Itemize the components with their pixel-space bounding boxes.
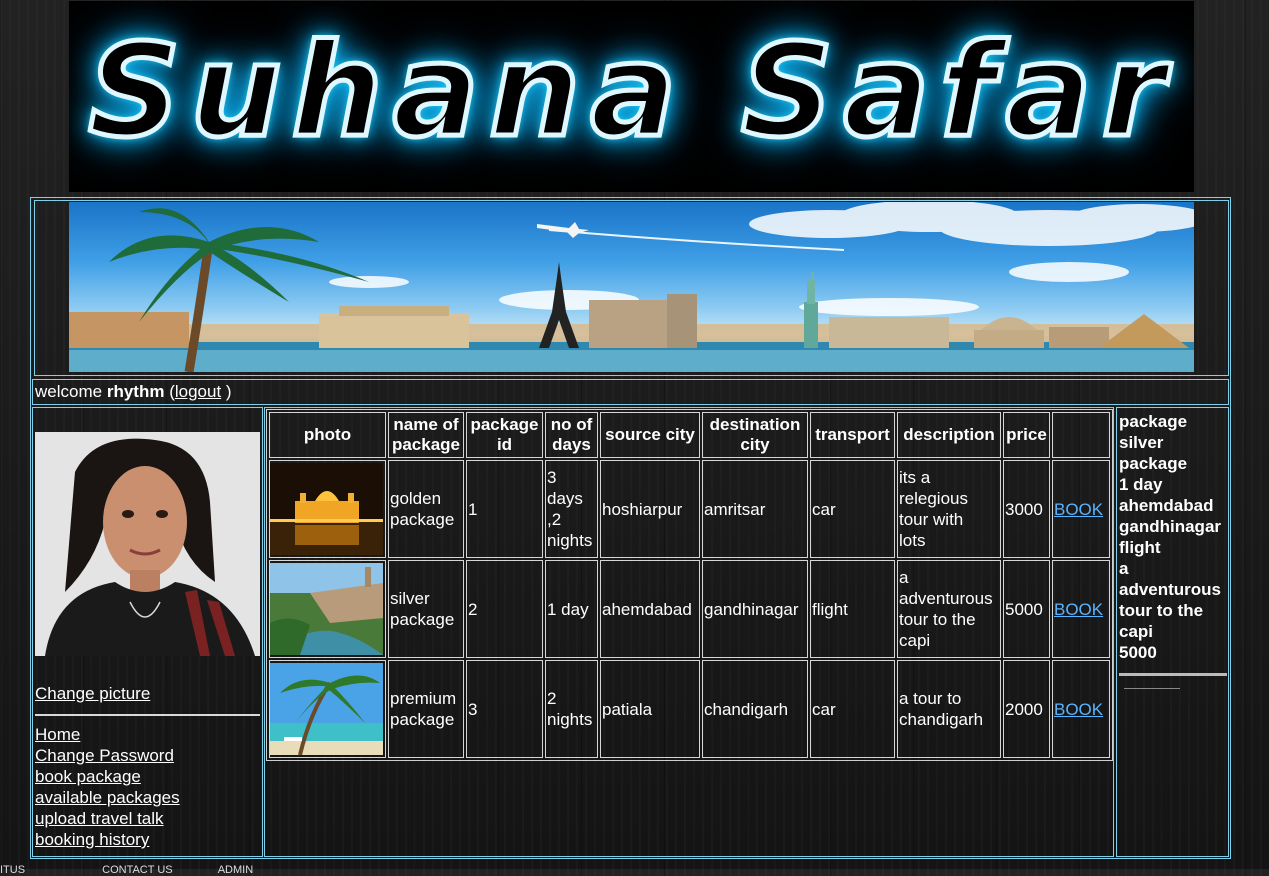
package-action-cell: BOOK xyxy=(1052,660,1110,758)
col-photo: photo xyxy=(269,412,386,458)
col-id: package id xyxy=(466,412,543,458)
package-name: silver package xyxy=(388,560,464,658)
travel-banner-image xyxy=(69,202,1194,372)
welcome-username: rhythm xyxy=(106,382,165,401)
featured-package-info: package silver package 1 day ahemdabad g… xyxy=(1119,411,1227,663)
package-transport: car xyxy=(810,660,895,758)
featured-line: a xyxy=(1119,559,1129,578)
col-transport: transport xyxy=(810,412,895,458)
featured-line: capi xyxy=(1119,622,1154,641)
col-price: price xyxy=(1003,412,1050,458)
change-picture-link[interactable]: Change picture xyxy=(35,684,150,704)
beach-palm-photo xyxy=(270,663,383,755)
package-days: 3 days ,2 nights xyxy=(545,460,598,558)
table-row: silver package 2 1 day ahemdabad gandhina… xyxy=(269,560,1110,658)
table-row: golden package 1 3 days ,2 nights hoshiarpur… xyxy=(269,460,1110,558)
package-days: 2 nights xyxy=(545,660,598,758)
profile-picture xyxy=(35,432,260,656)
package-destination-city: chandigarh xyxy=(702,660,808,758)
package-source-city: hoshiarpur xyxy=(600,460,700,558)
package-photo-cell xyxy=(269,560,386,658)
package-source-city: ahemdabad xyxy=(600,560,700,658)
col-destination-city: destination city xyxy=(702,412,808,458)
package-description: a tour to chandigarh xyxy=(897,660,1001,758)
featured-line: flight xyxy=(1119,538,1161,557)
package-destination-city: gandhinagar xyxy=(702,560,808,658)
featured-line: package xyxy=(1119,454,1188,473)
package-photo-cell xyxy=(269,460,386,558)
logo-text: Suhana Safar xyxy=(86,15,1175,169)
packages-table: photo name of package package id no of days… xyxy=(266,409,1113,761)
fort-river-photo xyxy=(270,563,383,655)
package-price: 5000 xyxy=(1003,560,1050,658)
package-price: 2000 xyxy=(1003,660,1050,758)
profile-portrait xyxy=(35,432,260,656)
nav-book-package[interactable]: book package xyxy=(35,767,141,786)
featured-line: gandhinagar xyxy=(1119,517,1222,536)
book-link[interactable]: BOOK xyxy=(1054,600,1103,619)
nav-available-packages[interactable]: available packages xyxy=(35,788,180,807)
featured-line: 5000 xyxy=(1119,643,1157,662)
logout-close-paren: ) xyxy=(225,382,232,401)
nav-change-password[interactable]: Change Password xyxy=(35,746,174,765)
featured-line: adventurous xyxy=(1119,580,1222,599)
welcome-label: welcome xyxy=(35,382,103,401)
package-id: 3 xyxy=(466,660,543,758)
package-id: 2 xyxy=(466,560,543,658)
col-description: description xyxy=(897,412,1001,458)
package-action-cell: BOOK xyxy=(1052,460,1110,558)
table-row: premium package 3 2 nights patiala chandig… xyxy=(269,660,1110,758)
package-name: golden package xyxy=(388,460,464,558)
nav-booking-history[interactable]: booking history xyxy=(35,830,149,849)
package-destination-city: amritsar xyxy=(702,460,808,558)
site-logo: Suhana Safar xyxy=(69,1,1194,192)
footer-links: ITUS CONTACT US ADMIN xyxy=(0,864,1269,876)
sidebar-divider xyxy=(35,714,260,716)
book-link[interactable]: BOOK xyxy=(1054,700,1103,719)
package-source-city: patiala xyxy=(600,660,700,758)
package-action-cell: BOOK xyxy=(1052,560,1110,658)
golden-temple-photo xyxy=(270,463,383,555)
footer-link-about[interactable]: ITUS xyxy=(0,864,25,876)
featured-line: 1 day xyxy=(1119,475,1163,494)
book-link[interactable]: BOOK xyxy=(1054,500,1103,519)
welcome-bar: welcome rhythm (logout ) xyxy=(35,381,232,402)
package-id: 1 xyxy=(466,460,543,558)
package-description: its a relegious tour with lots xyxy=(897,460,1001,558)
table-header-row: photo name of package package id no of days… xyxy=(269,412,1110,458)
sidebar-nav: Home Change Password book package availa… xyxy=(35,724,180,850)
package-name: premium package xyxy=(388,660,464,758)
footer-link-admin[interactable]: ADMIN xyxy=(218,864,253,876)
right-sidebar-divider xyxy=(1119,673,1227,676)
banner-illustration xyxy=(69,202,1194,372)
col-action xyxy=(1052,412,1110,458)
package-price: 3000 xyxy=(1003,460,1050,558)
package-days: 1 day xyxy=(545,560,598,658)
package-transport: flight xyxy=(810,560,895,658)
col-source-city: source city xyxy=(600,412,700,458)
featured-line: ahemdabad xyxy=(1119,496,1214,515)
footer-link-contact[interactable]: CONTACT US xyxy=(102,864,173,876)
package-description: a adventurous tour to the capi xyxy=(897,560,1001,658)
nav-upload-travel-talk[interactable]: upload travel talk xyxy=(35,809,164,828)
package-transport: car xyxy=(810,460,895,558)
featured-line: package xyxy=(1119,412,1188,431)
nav-home[interactable]: Home xyxy=(35,725,80,744)
package-photo-cell xyxy=(269,660,386,758)
right-sidebar-rule xyxy=(1124,688,1180,689)
featured-line: tour to the xyxy=(1119,601,1204,620)
logout-link[interactable]: logout xyxy=(175,382,221,401)
featured-line: silver xyxy=(1119,433,1164,452)
col-days: no of days xyxy=(545,412,598,458)
col-name: name of package xyxy=(388,412,464,458)
